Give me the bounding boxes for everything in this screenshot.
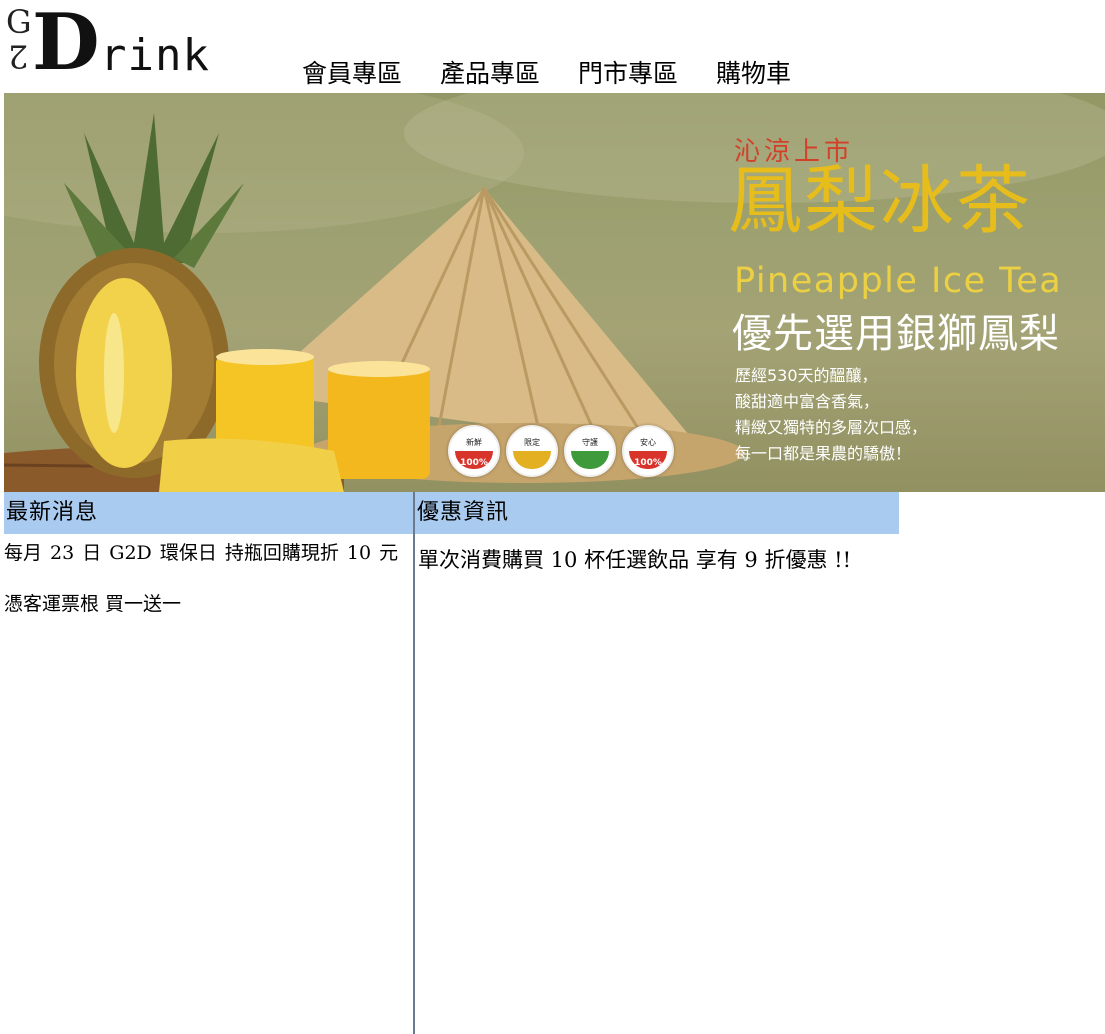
banner-title-en: Pineapple Ice Tea [734,261,1063,301]
badge-protect: 守護 [564,425,616,477]
badge-band [513,451,551,469]
nav-stores[interactable]: 門市專區 [578,54,678,90]
quality-badges: 新鮮 100% 限定 守護 安心 100% [448,425,674,477]
nav-cart[interactable]: 購物車 [716,54,791,90]
news-heading: 最新消息 [4,492,413,534]
nav-members[interactable]: 會員專區 [302,54,402,90]
nav-products[interactable]: 產品專區 [440,54,540,90]
promo-panel: 優惠資訊 單次消費購買 10 杯任選飲品 享有 9 折優惠 !! [415,492,899,574]
promo-text[interactable]: 單次消費購買 10 杯任選飲品 享有 9 折優惠 !! [415,544,899,574]
badge-percent: 100% [634,458,662,468]
logo-letter-d: D [32,0,100,88]
badge-safe: 安心 100% [622,425,674,477]
badge-percent: 100% [460,458,488,468]
logo-word: rink [100,30,210,81]
banner-line: 每一口都是果農的驕傲！ [735,444,912,463]
badge-fresh: 新鮮 100% [448,425,500,477]
hero-banner[interactable]: 沁涼上市 鳳梨冰茶 Pineapple Ice Tea 優先選用銀獅鳳梨 歷經5… [4,93,1105,492]
banner-line: 酸甜適中富含香氣， [735,392,880,411]
news-item[interactable]: 每月 23 日 G2D 環保日 持瓶回購現折 10 元 [4,538,413,565]
banner-description: 歷經530天的醞釀， 酸甜適中富含香氣， 精緻又獨特的多層次口感， 每一口都是果… [735,363,927,467]
badge-label: 新鮮 [466,438,482,447]
badge-limited: 限定 [506,425,558,477]
logo-digit-2: 2 [8,37,29,75]
banner-line: 精緻又獨特的多層次口感， [735,418,928,437]
brand-logo[interactable]: G 2 D rink [4,0,209,88]
news-item[interactable]: 憑客運票根 買一送一 [4,589,413,616]
banner-tagline: 優先選用銀獅鳳梨 [732,311,1060,357]
banner-line: 歷經530天的醞釀， [735,366,878,385]
main-nav: 會員專區 產品專區 門市專區 購物車 [302,54,791,90]
badge-band [571,451,609,469]
badge-label: 安心 [640,438,656,447]
promo-heading: 優惠資訊 [415,492,899,534]
badge-label: 守護 [582,438,598,447]
badge-label: 限定 [524,438,540,447]
logo-letter-g: G [6,3,32,41]
news-panel: 最新消息 每月 23 日 G2D 環保日 持瓶回購現折 10 元 憑客運票根 買… [4,492,415,1034]
banner-title: 鳳梨冰茶 [728,158,1032,244]
